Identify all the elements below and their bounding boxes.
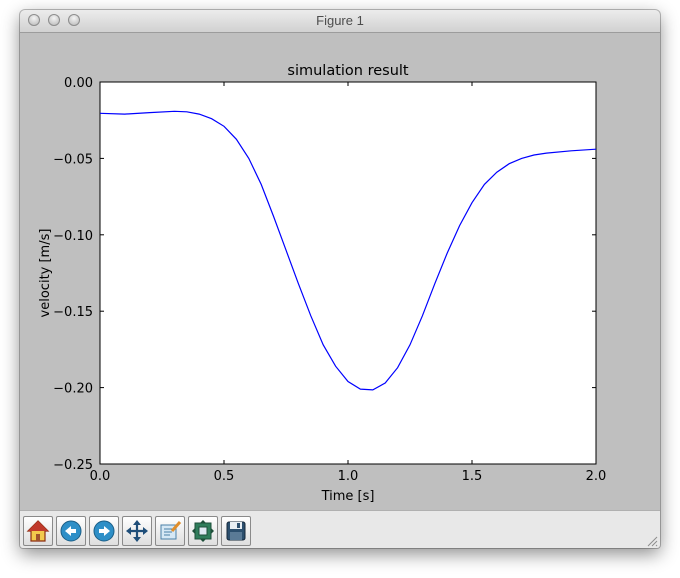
figure-canvas[interactable]: 0.0 0.5 1.0 1.5 2.0 0.00 −0.05 −0.10 −0.15 −0.20−…	[20, 33, 660, 510]
title-bar[interactable]: Figure 1	[20, 10, 660, 33]
forward-icon	[93, 520, 115, 542]
y-tick-label: −0.25	[53, 458, 93, 473]
y-tick-label: −0.10	[53, 229, 93, 244]
resize-grip-icon[interactable]	[646, 535, 658, 547]
home-button[interactable]	[23, 516, 53, 546]
chart-title: simulation result	[287, 63, 409, 79]
pan-icon	[126, 520, 148, 542]
configure-subplots-button[interactable]	[188, 516, 218, 546]
x-tick-label: 1.5	[462, 469, 483, 484]
x-axis-label: Time [s]	[321, 489, 375, 504]
plot-area	[99, 81, 597, 465]
back-icon	[60, 520, 82, 542]
zoom-to-rect-button[interactable]	[155, 516, 185, 546]
save-button[interactable]	[221, 516, 251, 546]
forward-button[interactable]	[89, 516, 119, 546]
y-tick-label: −0.15	[53, 305, 93, 320]
home-icon	[26, 520, 50, 542]
y-tick-label: −0.20	[53, 382, 93, 397]
zoom-to-rect-icon	[160, 521, 182, 540]
x-tick-label: 0.5	[214, 469, 235, 484]
pan-button[interactable]	[122, 516, 152, 546]
figure-window: Figure 1 0.0 0.5 1.0 1.5 2.0 0.00 −0.05 −0.10 −0…	[20, 10, 660, 548]
back-button[interactable]	[56, 516, 86, 546]
save-icon	[226, 521, 246, 541]
x-tick-label: 2.0	[586, 469, 607, 484]
line-chart: 0.0 0.5 1.0 1.5 2.00.00−0.05−0.10−0.15−0.20−…	[38, 63, 607, 504]
y-tick-label: 0.00	[64, 76, 93, 91]
configure-subplots-icon	[192, 520, 214, 542]
y-tick-label: −0.05	[53, 152, 93, 167]
x-tick-label: 1.0	[338, 469, 359, 484]
y-axis-label: velocity [m/s]	[38, 229, 53, 318]
navigation-toolbar	[20, 510, 660, 548]
window-title: Figure 1	[316, 13, 364, 28]
